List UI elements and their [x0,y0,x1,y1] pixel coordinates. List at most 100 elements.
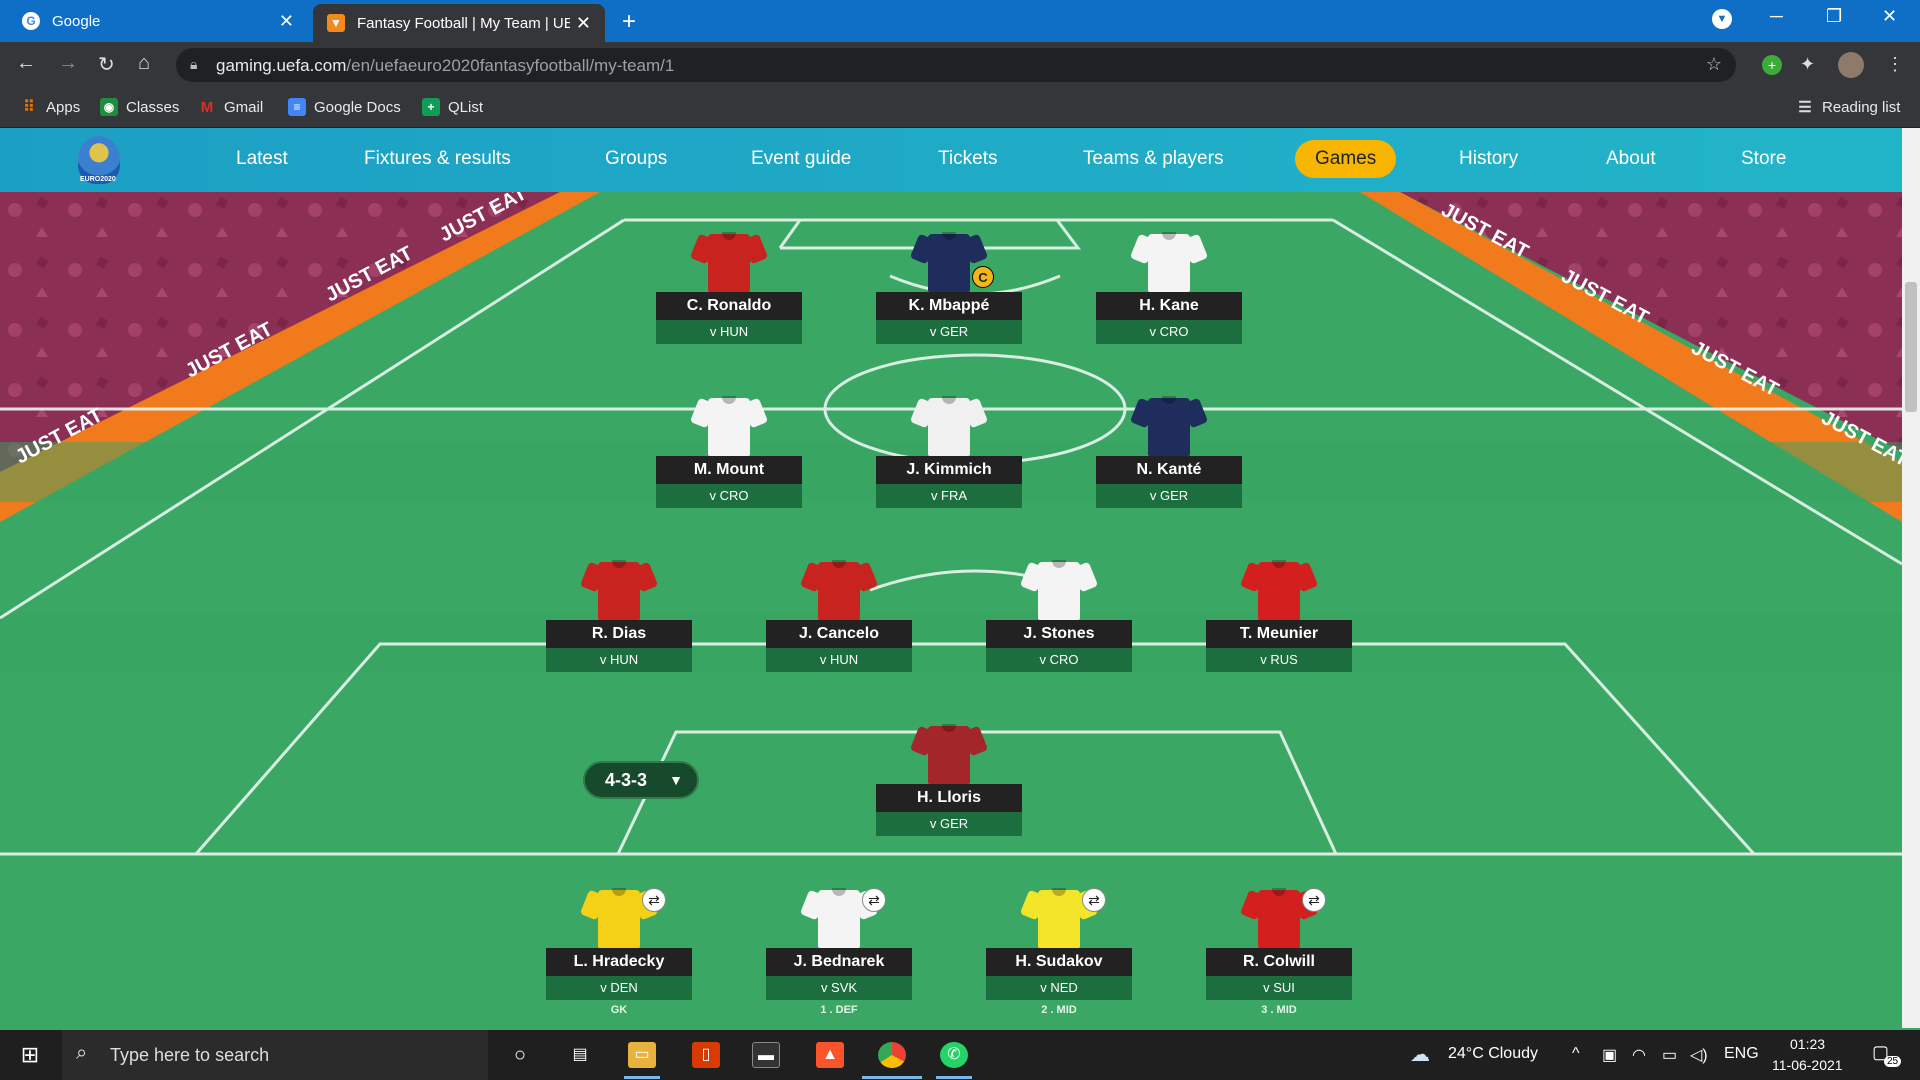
player-card-defender[interactable]: R. Dias v HUN [546,558,692,672]
bookmark-gmail[interactable]: M Gmail [198,98,263,116]
nav-fixtures-results[interactable]: Fixtures & results [364,148,511,170]
formation-dropdown[interactable]: 4-3-3 ▼ [583,761,699,799]
nav-latest[interactable]: Latest [236,148,288,170]
player-fixture: v SUI [1206,976,1352,1000]
bookmark-label: Classes [126,98,180,116]
bookmark-google-docs[interactable]: ≡ Google Docs [288,98,401,116]
bookmark-classes[interactable]: ◉ Classes [100,98,179,116]
player-name: J. Bednarek [766,948,912,976]
tab-title: Fantasy Football | My Team | UEFA [357,14,570,32]
back-icon[interactable]: ← [16,52,36,75]
terminal-icon[interactable]: ▬ [752,1042,780,1068]
chevron-up-icon[interactable]: ^ [1572,1045,1580,1063]
nav-teams-players[interactable]: Teams & players [1083,148,1223,170]
player-name: R. Dias [546,620,692,648]
bench-player-card[interactable]: ⇄ L. Hradecky v DEN GK [546,886,692,1020]
shirt-icon [909,394,989,456]
shirt-icon [1019,558,1099,620]
substitute-swap-icon[interactable]: ⇄ [1302,888,1326,912]
player-card-defender[interactable]: J. Stones v CRO [986,558,1132,672]
extensions-puzzle-icon[interactable]: ✦ [1800,54,1815,75]
player-card-midfielder[interactable]: N. Kanté v GER [1096,394,1242,508]
cortana-icon[interactable]: ○ [506,1042,534,1068]
player-fixture: v FRA [876,484,1022,508]
meet-now-icon[interactable]: ▣ [1602,1045,1617,1065]
player-name: J. Cancelo [766,620,912,648]
substitute-swap-icon[interactable]: ⇄ [1082,888,1106,912]
nav-games[interactable]: Games [1295,140,1397,178]
player-card-forward[interactable]: C K. Mbappé v GER [876,230,1022,344]
bench-player-card[interactable]: ⇄ R. Colwill v SUI 3 . MID [1206,886,1352,1020]
clock-date[interactable]: 11-06-2021 [1772,1057,1843,1073]
gmail-icon: M [200,98,214,116]
close-icon[interactable]: ✕ [576,13,591,34]
bookmark-label: Gmail [224,98,264,116]
office-icon[interactable]: ▯ [692,1042,720,1068]
tab-google[interactable]: G Google ✕ [8,0,308,42]
google-icon: G [22,12,40,30]
minimize-icon[interactable]: ─ [1770,6,1783,27]
restore-icon[interactable]: ❐ [1826,6,1842,27]
player-card-midfielder[interactable]: M. Mount v CRO [656,394,802,508]
bench-player-card[interactable]: ⇄ H. Sudakov v NED 2 . MID [986,886,1132,1020]
player-card-midfielder[interactable]: J. Kimmich v FRA [876,394,1022,508]
home-icon[interactable]: ⌂ [138,52,150,75]
reading-list-button[interactable]: ☰ Reading list [1796,98,1901,117]
bookmark-label: Google Docs [314,98,401,116]
apps-grid-icon: ⠿ [23,99,35,116]
brave-icon[interactable]: ▲ [816,1042,844,1068]
shirt-icon [579,558,659,620]
player-fixture: v HUN [766,648,912,672]
player-name: J. Kimmich [876,456,1022,484]
volume-icon[interactable]: ◁) [1690,1045,1708,1065]
active-app-indicator [936,1076,972,1079]
bench-position: 3 . MID [1261,1004,1297,1016]
reload-icon[interactable]: ↻ [98,52,115,77]
nav-tickets[interactable]: Tickets [938,148,997,170]
shirt-icon [689,230,769,292]
clock-time[interactable]: 01:23 [1790,1036,1825,1052]
player-name: R. Colwill [1206,948,1352,976]
taskbar-search-box[interactable]: ⌕ Type here to search [62,1030,488,1080]
wifi-icon[interactable]: ◠ [1632,1045,1646,1065]
reading-list-label: Reading list [1822,98,1901,116]
nav-about[interactable]: About [1606,148,1656,170]
new-tab-button[interactable]: + [622,8,636,36]
forward-icon[interactable]: → [58,52,78,75]
close-icon[interactable]: ✕ [279,11,294,32]
nav-groups[interactable]: Groups [605,148,667,170]
player-card-forward[interactable]: C. Ronaldo v HUN [656,230,802,344]
close-window-icon[interactable]: ✕ [1882,6,1897,27]
address-bar[interactable]: 🔒︎ gaming.uefa.com/en/uefaeuro2020fantas… [176,48,1736,82]
task-view-icon[interactable]: ▤ [566,1042,594,1068]
language-indicator[interactable]: ENG [1724,1045,1759,1063]
windows-start-icon[interactable]: ⊞ [16,1042,44,1068]
player-card-goalkeeper[interactable]: H. Lloris v GER [876,722,1022,836]
profile-avatar[interactable] [1838,52,1864,78]
battery-icon[interactable]: ▭ [1662,1045,1677,1065]
weather-text[interactable]: 24°C Cloudy [1448,1045,1538,1063]
bench-player-card[interactable]: ⇄ J. Bednarek v SVK 1 . DEF [766,886,912,1020]
scrollbar-thumb[interactable] [1905,282,1917,412]
whatsapp-icon[interactable]: ✆ [940,1042,968,1068]
substitute-swap-icon[interactable]: ⇄ [862,888,886,912]
player-card-defender[interactable]: J. Cancelo v HUN [766,558,912,672]
nav-event-guide[interactable]: Event guide [751,148,851,170]
bookmarks-bar: ⠿ Apps ◉ Classes M Gmail ≡ Google Docs +… [0,88,1920,128]
player-card-forward[interactable]: H. Kane v CRO [1096,230,1242,344]
search-icon: ⌕ [76,1042,88,1064]
substitute-swap-icon[interactable]: ⇄ [642,888,666,912]
file-explorer-icon[interactable]: ▭ [628,1042,656,1068]
bookmark-apps[interactable]: ⠿ Apps [20,98,80,117]
tab-fantasy-football[interactable]: ▼ Fantasy Football | My Team | UEFA ✕ [313,4,605,42]
player-card-defender[interactable]: T. Meunier v RUS [1206,558,1352,672]
nav-store[interactable]: Store [1741,148,1786,170]
chrome-icon[interactable] [878,1042,906,1068]
menu-kebab-icon[interactable]: ⋮ [1886,54,1904,75]
bookmark-star-icon[interactable]: ☆ [1706,54,1722,75]
extension-plus-icon[interactable]: + [1762,55,1782,75]
tab-search-icon[interactable]: ▼ [1712,9,1732,29]
nav-history[interactable]: History [1459,148,1518,170]
bookmark-qlist[interactable]: + QList [422,98,483,116]
page-scrollbar[interactable] [1902,128,1920,1028]
